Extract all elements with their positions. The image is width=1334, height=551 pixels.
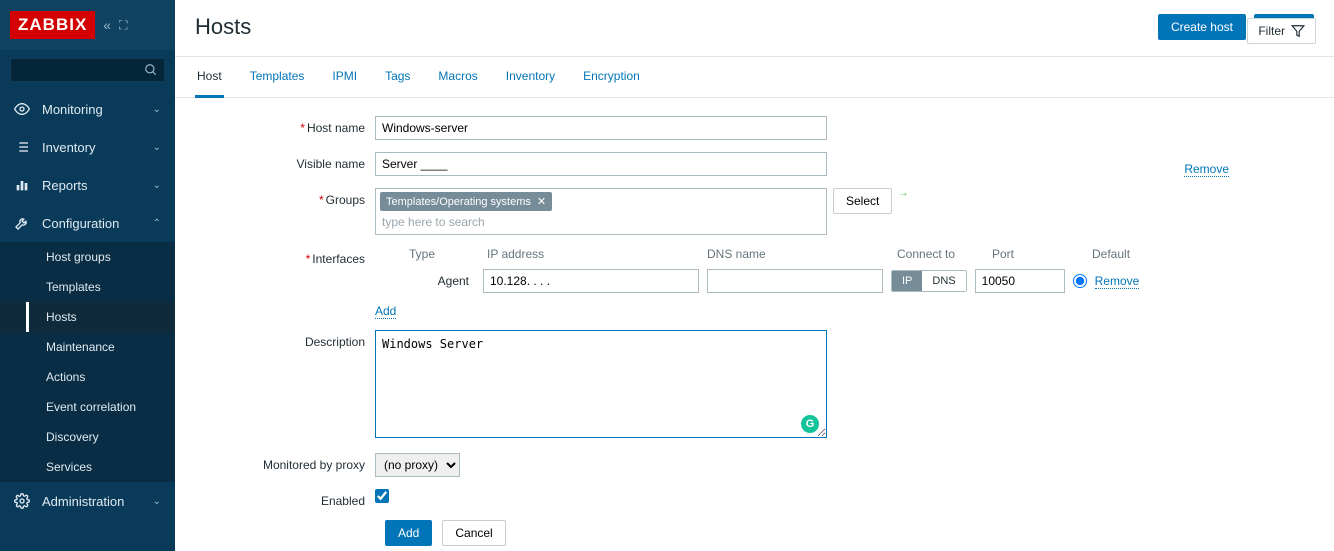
tab-inventory[interactable]: Inventory — [504, 57, 557, 97]
gear-icon — [14, 493, 30, 509]
remove-template-link[interactable]: Remove — [1184, 162, 1229, 177]
subnav-services[interactable]: Services — [0, 452, 175, 482]
tab-host[interactable]: Host — [195, 57, 224, 98]
interface-row: Agent IP DNS Remove — [375, 269, 1152, 293]
page-header: Hosts Create host Import — [175, 0, 1334, 56]
tab-templates[interactable]: Templates — [248, 57, 307, 97]
proxy-label: Monitored by proxy — [195, 453, 375, 472]
main-content: Hosts Create host Import Filter Host Tem… — [175, 0, 1334, 551]
connect-ip-option[interactable]: IP — [892, 271, 922, 291]
config-subnav: Host groups Templates Hosts Maintenance … — [0, 242, 175, 482]
chevron-down-icon: ⌄ — [153, 180, 161, 191]
sidebar: ZABBIX « ⛶ Monitoring ⌄ Inventory ⌄ Repo… — [0, 0, 175, 551]
subnav-discovery[interactable]: Discovery — [0, 422, 175, 452]
subnav-templates[interactable]: Templates — [0, 272, 175, 302]
form-actions: Add Cancel — [375, 520, 1314, 546]
main-nav-bottom: Administration ⌄ — [0, 482, 175, 520]
nav-inventory-label: Inventory — [42, 140, 95, 155]
nav-inventory[interactable]: Inventory ⌄ — [0, 128, 175, 166]
host-form: *Host name Visible name *Groups Template… — [175, 98, 1334, 551]
iface-head-default: Default — [1092, 247, 1152, 261]
search-input[interactable] — [10, 58, 165, 82]
nav-reports-label: Reports — [42, 178, 88, 193]
groups-placeholder: type here to search — [380, 211, 822, 231]
subnav-event-correlation[interactable]: Event correlation — [0, 392, 175, 422]
add-button[interactable]: Add — [385, 520, 432, 546]
iface-head-dns: DNS name — [707, 247, 887, 261]
nav-administration-label: Administration — [42, 494, 124, 509]
nav-administration[interactable]: Administration ⌄ — [0, 482, 175, 520]
select-groups-button[interactable]: Select — [833, 188, 892, 214]
chevron-down-icon: ⌄ — [153, 496, 161, 507]
interface-default-radio[interactable] — [1073, 274, 1087, 288]
interfaces-header: Type IP address DNS name Connect to Port… — [375, 247, 1152, 261]
group-tag[interactable]: Templates/Operating systems ✕ — [380, 192, 552, 211]
interface-type: Agent — [409, 274, 475, 288]
create-host-button[interactable]: Create host — [1158, 14, 1246, 40]
tab-tags[interactable]: Tags — [383, 57, 412, 97]
enabled-label: Enabled — [195, 489, 375, 508]
tab-ipmi[interactable]: IPMI — [330, 57, 359, 97]
page-title: Hosts — [195, 14, 251, 40]
tabs: Host Templates IPMI Tags Macros Inventor… — [175, 56, 1334, 98]
nav-configuration-label: Configuration — [42, 216, 119, 231]
tab-macros[interactable]: Macros — [436, 57, 479, 97]
description-textarea[interactable] — [375, 330, 827, 438]
visible-name-label: Visible name — [195, 152, 375, 171]
filter-toggle[interactable]: Filter — [1247, 18, 1316, 44]
subnav-actions[interactable]: Actions — [0, 362, 175, 392]
nav-monitoring-label: Monitoring — [42, 102, 103, 117]
host-name-input[interactable] — [375, 116, 827, 140]
sidebar-header: ZABBIX « ⛶ — [0, 0, 175, 50]
collapse-icon[interactable]: « — [103, 17, 111, 33]
iface-head-ip: IP address — [487, 247, 697, 261]
logo[interactable]: ZABBIX — [10, 11, 95, 39]
interfaces-label: *Interfaces — [195, 247, 375, 266]
nav-monitoring[interactable]: Monitoring ⌄ — [0, 90, 175, 128]
eye-icon — [14, 101, 30, 117]
interface-remove-link[interactable]: Remove — [1095, 274, 1140, 289]
groups-multiselect[interactable]: Templates/Operating systems ✕ type here … — [375, 188, 827, 235]
wrench-icon — [14, 215, 30, 231]
connect-to-toggle[interactable]: IP DNS — [891, 270, 967, 292]
subnav-maintenance[interactable]: Maintenance — [0, 332, 175, 362]
iface-head-connect: Connect to — [897, 247, 982, 261]
list-icon — [14, 139, 30, 155]
proxy-select[interactable]: (no proxy) — [375, 453, 460, 477]
interface-port-input[interactable] — [975, 269, 1065, 293]
iface-head-port: Port — [992, 247, 1082, 261]
chevron-up-icon: ⌃ — [153, 218, 161, 229]
bar-chart-icon — [14, 177, 30, 193]
host-name-label: *Host name — [195, 116, 375, 135]
interface-ip-input[interactable] — [483, 269, 699, 293]
subnav-host-groups[interactable]: Host groups — [0, 242, 175, 272]
subnav-hosts[interactable]: Hosts — [0, 302, 175, 332]
search-icon — [144, 63, 158, 77]
close-icon[interactable]: ✕ — [537, 195, 546, 208]
search-row — [0, 50, 175, 90]
connect-dns-option[interactable]: DNS — [922, 271, 965, 291]
fullscreen-icon[interactable]: ⛶ — [119, 18, 127, 33]
tab-encryption[interactable]: Encryption — [581, 57, 642, 97]
interface-dns-input[interactable] — [707, 269, 883, 293]
cancel-button[interactable]: Cancel — [442, 520, 505, 546]
description-label: Description — [195, 330, 375, 349]
nav-configuration[interactable]: Configuration ⌃ — [0, 204, 175, 242]
groups-label: *Groups — [195, 188, 375, 207]
visible-name-input[interactable] — [375, 152, 827, 176]
grammarly-icon[interactable]: G — [801, 415, 819, 433]
main-nav: Monitoring ⌄ Inventory ⌄ Reports ⌄ Confi… — [0, 90, 175, 242]
iface-head-type: Type — [409, 247, 477, 261]
interfaces-table: Type IP address DNS name Connect to Port… — [375, 247, 1152, 318]
chevron-down-icon: ⌄ — [153, 104, 161, 115]
group-tag-label: Templates/Operating systems — [386, 196, 531, 208]
add-interface-link[interactable]: Add — [375, 304, 396, 319]
chevron-down-icon: ⌄ — [153, 142, 161, 153]
filter-label: Filter — [1258, 24, 1285, 38]
nav-reports[interactable]: Reports ⌄ — [0, 166, 175, 204]
new-group-indicator-icon: → — [898, 188, 908, 199]
enabled-checkbox[interactable] — [375, 489, 389, 503]
filter-icon — [1291, 24, 1305, 38]
